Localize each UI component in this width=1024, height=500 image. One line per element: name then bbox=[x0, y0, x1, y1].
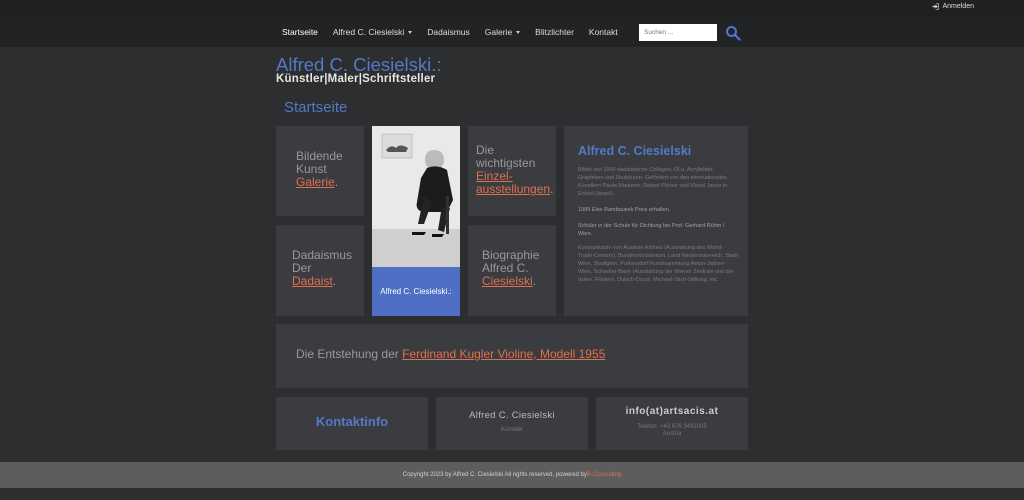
search-input[interactable] bbox=[639, 24, 717, 41]
nav-item-blitzlichter[interactable]: Blitzlichter bbox=[535, 27, 574, 37]
contact-email[interactable]: info(at)artsacis.at bbox=[596, 406, 748, 417]
nav-label: Kontakt bbox=[588, 27, 618, 37]
bio-title: Alfred C. Ciesielski bbox=[578, 144, 692, 158]
tile-dot: . bbox=[332, 274, 337, 288]
galerie-link[interactable]: Galerie bbox=[296, 175, 335, 189]
footer-copyright: Copyright 2023 by Alfred C. Ciesielski A… bbox=[402, 472, 587, 478]
nav-item-kontakt[interactable]: Kontakt bbox=[589, 27, 618, 37]
tile-dot: . bbox=[550, 182, 554, 196]
nav-label: Dadaismus bbox=[427, 27, 470, 37]
search-icon[interactable] bbox=[725, 25, 741, 41]
nav-label: Startseite bbox=[282, 27, 318, 37]
dadaist-link[interactable]: Dadaist bbox=[292, 274, 333, 288]
page-title: Startseite bbox=[284, 99, 348, 116]
einzelausstellungen-link[interactable]: Einzel- bbox=[476, 169, 513, 183]
footer: Copyright 2023 by Alfred C. Ciesielski A… bbox=[0, 462, 1024, 488]
country: Austria bbox=[662, 431, 682, 437]
login-label: Anmelden bbox=[942, 3, 974, 10]
contact-phone: Telefon: +43 676 3493005 Austria bbox=[596, 424, 748, 438]
portrait-photo bbox=[372, 126, 460, 267]
tile-ausstellungen-text: Die wichtigsten Einzel- ausstellungen. bbox=[476, 144, 553, 196]
bio-paragraph: Bildet seit 1966 dadaistische Collagen, … bbox=[578, 167, 728, 197]
site-subtitle: Künstler|Maler|Schriftsteller bbox=[276, 73, 436, 85]
phone-number: Telefon: +43 676 3493005 bbox=[637, 424, 707, 430]
violin-prefix: Die Entstehung der bbox=[296, 347, 403, 361]
contact-title: Kontaktinfo bbox=[315, 414, 389, 429]
portrait-caption[interactable]: Alfred C. Ciesielski.: bbox=[372, 267, 460, 316]
nav-item-galerie[interactable]: Galerie bbox=[484, 27, 521, 37]
main-navbar: Startseite Alfred C. Ciesielski Dadaismu… bbox=[0, 17, 1024, 47]
bio-award: 1989 Else Rambausek Preis erhalten. bbox=[578, 207, 671, 213]
violin-link[interactable]: Ferdinand Kugler Violine, Modell 1955 bbox=[402, 347, 605, 361]
nav-label: Blitzlichter bbox=[535, 27, 574, 37]
chevron-down-icon bbox=[516, 30, 521, 34]
main-nav: Startseite Alfred C. Ciesielski Dadaismu… bbox=[282, 17, 618, 47]
bio-collections: Kunstankäufe von Austrian Airlines (Auss… bbox=[578, 245, 738, 283]
einzelausstellungen-link-2[interactable]: ausstellungen bbox=[476, 182, 550, 196]
nav-item-dadaismus[interactable]: Dadaismus bbox=[427, 27, 470, 37]
bottom-strip bbox=[0, 488, 1024, 500]
contact-name-card bbox=[436, 397, 588, 450]
nav-item-startseite[interactable]: Startseite bbox=[282, 27, 318, 37]
login-link[interactable]: Anmelden bbox=[932, 3, 974, 10]
tile-galerie-text: Bildende Kunst Galerie. bbox=[296, 150, 343, 189]
tile-dot: . bbox=[334, 175, 339, 189]
chevron-down-icon bbox=[408, 30, 413, 34]
top-bar: Anmelden bbox=[0, 0, 1024, 17]
tile-biographie-text: Biographie Alfred C. Ciesielski. bbox=[482, 249, 539, 288]
contact-name: Alfred C. Ciesielski bbox=[469, 410, 555, 421]
tile-dadaist-text: Dadaismus Der Dadaist. bbox=[292, 249, 352, 288]
nav-label: Alfred C. Ciesielski bbox=[332, 27, 405, 37]
nav-item-ciesielski[interactable]: Alfred C. Ciesielski bbox=[332, 27, 413, 37]
bio-school: Schüler in der Schule für Dichtung bei P… bbox=[578, 223, 725, 237]
ciesielski-link[interactable]: Ciesielski bbox=[482, 274, 533, 288]
violin-text: Die Entstehung der Ferdinand Kugler Viol… bbox=[296, 347, 605, 361]
tile-dot: . bbox=[532, 274, 537, 288]
sign-in-icon bbox=[933, 3, 940, 10]
footer-link[interactable]: B-Consulting bbox=[587, 472, 621, 478]
contact-role: Künstler bbox=[500, 427, 523, 433]
nav-label: Galerie bbox=[484, 27, 513, 37]
